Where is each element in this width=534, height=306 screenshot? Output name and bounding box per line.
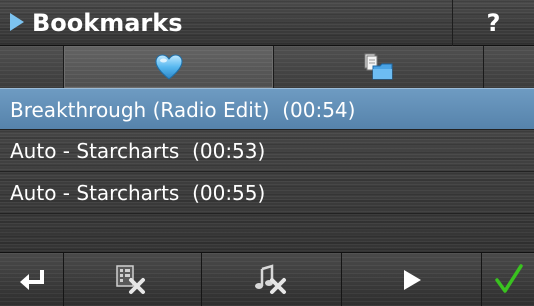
tab-bar-spacer-left [0,46,64,88]
list-item-label: Breakthrough (Radio Edit) (00:54) [10,98,356,122]
folder-files-icon [364,53,393,80]
bottom-toolbar [0,252,534,306]
delete-music-button[interactable] [202,253,342,306]
play-icon [404,270,421,290]
list-item[interactable]: Breakthrough (Radio Edit) (00:54) [0,88,534,130]
delete-entry-button[interactable] [64,253,202,306]
back-button[interactable] [0,253,64,306]
tab-bar [0,46,534,88]
list-item[interactable]: Auto - Starcharts (00:53) [0,130,534,172]
tab-bar-spacer-right [484,46,534,88]
list-item[interactable]: Auto - Starcharts (00:55) [0,172,534,214]
delete-entry-icon [116,265,145,294]
page-title: Bookmarks [32,9,183,37]
ok-button[interactable] [482,253,534,306]
heart-icon [155,54,183,80]
tab-favorites[interactable] [64,46,274,88]
play-button[interactable] [342,253,482,306]
help-button[interactable]: ? [452,0,534,46]
tab-folders[interactable] [274,46,484,88]
list-item-label: Auto - Starcharts (00:53) [10,139,266,163]
play-arrow-icon [10,13,24,31]
return-arrow-icon [20,270,44,290]
bookmark-list: Breakthrough (Radio Edit) (00:54) Auto -… [0,88,534,252]
delete-music-icon [255,264,286,294]
checkmark-icon [495,264,523,293]
list-item-label: Auto - Starcharts (00:55) [10,181,266,205]
list-empty-area [0,214,534,252]
title-bar: Bookmarks ? [0,0,534,46]
